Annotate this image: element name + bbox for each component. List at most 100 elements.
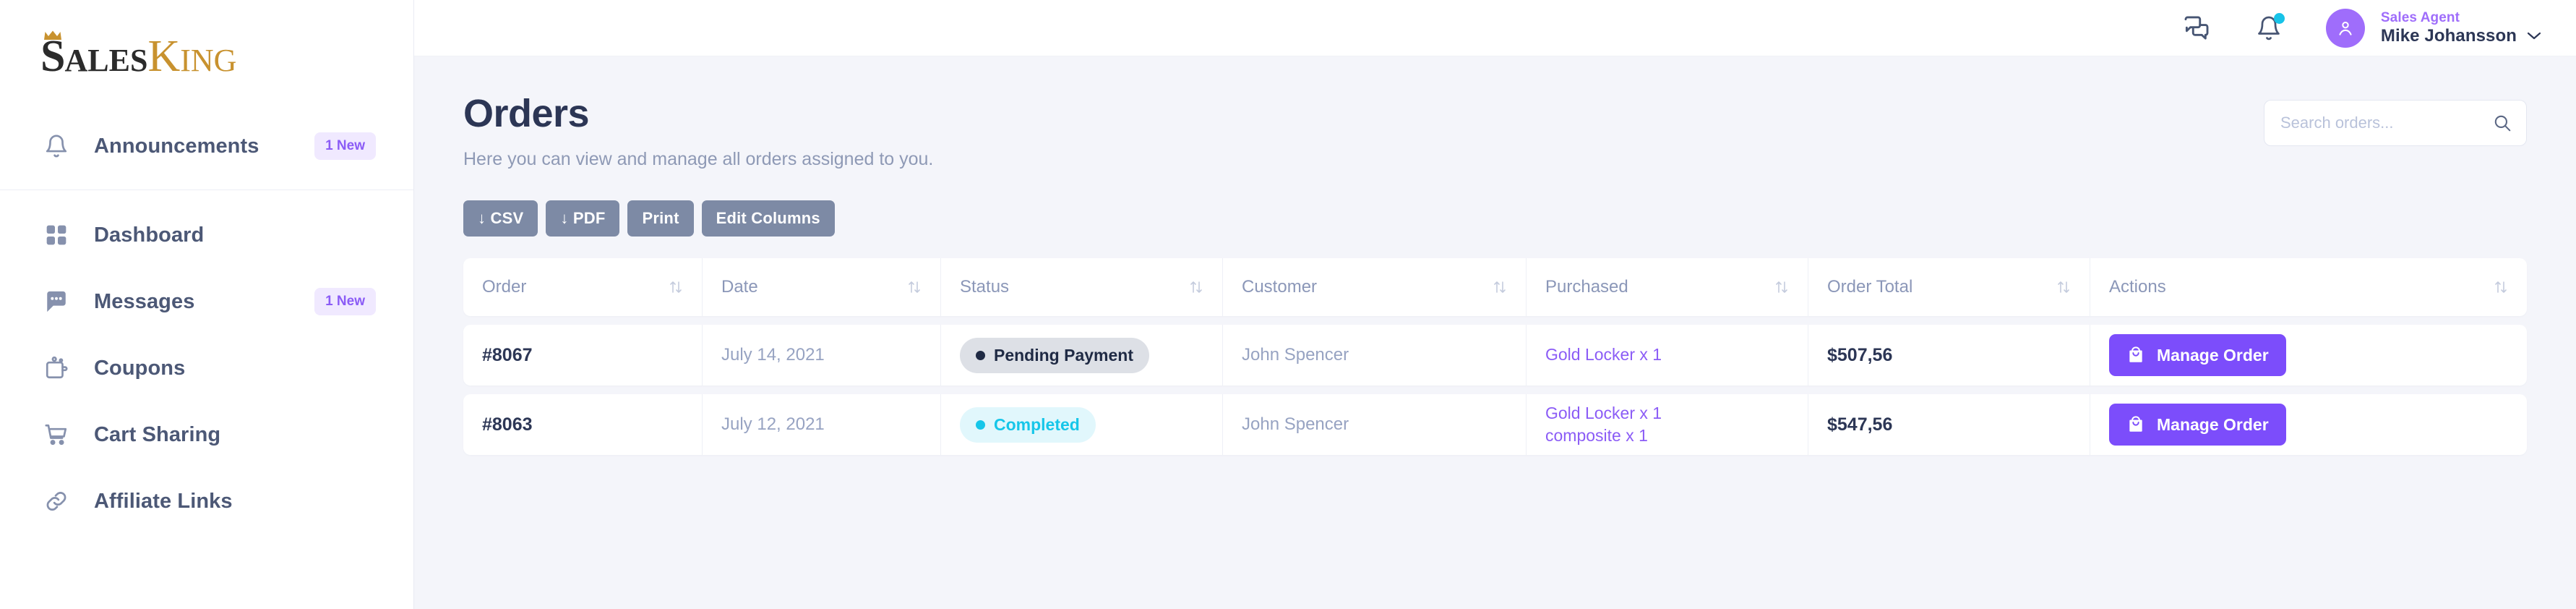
cell-actions: Manage Order: [2090, 325, 2527, 386]
logo-king-initial: K: [147, 32, 181, 81]
status-label: Completed: [994, 414, 1080, 434]
column-header-actions[interactable]: Actions: [2090, 258, 2527, 316]
order-total: $507,56: [1827, 344, 1893, 365]
bell-icon[interactable]: [2249, 9, 2288, 48]
logo-text: SALESKING: [40, 30, 237, 81]
chevron-down-icon[interactable]: [2527, 31, 2541, 41]
column-label: Order: [482, 277, 527, 297]
sidebar-item-announcements[interactable]: Announcements 1 New: [0, 113, 413, 179]
cell-customer: John Spencer: [1222, 394, 1526, 455]
sidebar-item-messages[interactable]: Messages 1 New: [0, 268, 413, 335]
export-pdf-button[interactable]: ↓ PDF: [546, 200, 620, 237]
column-header-status[interactable]: Status: [940, 258, 1222, 316]
manage-order-button[interactable]: Manage Order: [2109, 334, 2286, 376]
column-header-order[interactable]: Order: [463, 258, 702, 316]
manage-order-label: Manage Order: [2157, 414, 2269, 434]
user-menu[interactable]: Sales Agent Mike Johansson: [2325, 8, 2541, 48]
user-name: Mike Johansson: [2380, 25, 2517, 46]
sidebar-item-label: Coupons: [94, 356, 186, 380]
order-number: #8067: [482, 344, 533, 365]
column-label: Status: [960, 277, 1010, 297]
export-csv-button[interactable]: ↓ CSV: [463, 200, 538, 237]
sidebar-item-label: Affiliate Links: [94, 489, 233, 513]
column-label: Order Total: [1827, 277, 1913, 297]
sort-icon[interactable]: [907, 278, 922, 296]
column-header-purchased[interactable]: Purchased: [1526, 258, 1808, 316]
grid-icon: [40, 219, 72, 251]
status-dot-icon: [976, 420, 985, 430]
orders-table: Order Date Status Customer Purchased Ord…: [463, 258, 2527, 455]
cell-actions: Manage Order: [2090, 394, 2527, 455]
sidebar-item-label: Cart Sharing: [94, 422, 221, 446]
column-label: Purchased: [1545, 277, 1628, 297]
status-badge: Pending Payment: [960, 337, 1149, 373]
cell-date: July 12, 2021: [702, 394, 940, 455]
edit-columns-button[interactable]: Edit Columns: [701, 200, 835, 237]
user-name-row: Mike Johansson: [2381, 26, 2541, 46]
purchased-items[interactable]: Gold Locker x 1: [1545, 344, 1662, 366]
column-header-date[interactable]: Date: [702, 258, 940, 316]
sort-icon[interactable]: [1189, 278, 1203, 296]
notification-dot: [2273, 12, 2285, 24]
purchased-item[interactable]: composite x 1: [1545, 425, 1662, 447]
search-icon[interactable]: [2493, 114, 2512, 132]
manage-order-button[interactable]: Manage Order: [2109, 404, 2286, 446]
sort-icon[interactable]: [669, 278, 683, 296]
sidebar-item-affiliate-links[interactable]: Affiliate Links: [0, 468, 413, 535]
crown-icon: [44, 30, 61, 40]
page-heading-block: Orders Here you can view and manage all …: [463, 94, 933, 170]
table-header-row: Order Date Status Customer Purchased Ord…: [463, 258, 2527, 316]
wallet-icon: [40, 352, 72, 384]
brand-logo[interactable]: SALESKING: [0, 0, 413, 113]
cell-purchased: Gold Locker x 1: [1526, 325, 1808, 386]
cell-order-total: $507,56: [1808, 325, 2090, 386]
sidebar-item-coupons[interactable]: Coupons: [0, 335, 413, 401]
order-date: July 12, 2021: [721, 414, 825, 434]
cell-customer: John Spencer: [1222, 325, 1526, 386]
logo-king-rest: ING: [180, 43, 237, 78]
cell-order: #8063: [463, 394, 702, 455]
sidebar-item-label: Announcements: [94, 134, 259, 158]
sidebar-badge-announcements: 1 New: [314, 132, 376, 160]
chat-icon[interactable]: [2177, 9, 2216, 48]
sort-icon[interactable]: [1774, 278, 1789, 296]
sort-icon[interactable]: [2056, 278, 2071, 296]
sort-icon[interactable]: [2494, 278, 2508, 296]
cell-date: July 14, 2021: [702, 325, 940, 386]
purchased-item[interactable]: Gold Locker x 1: [1545, 402, 1662, 425]
table-row[interactable]: #8067 July 14, 2021 Pending Payment John…: [463, 325, 2527, 386]
search-input[interactable]: [2280, 114, 2493, 132]
customer-name: John Spencer: [1242, 414, 1349, 434]
shopping-cart-icon: [40, 419, 72, 451]
page-title: Orders: [463, 92, 590, 135]
sidebar-main-section: Dashboard Messages 1 New Coupons Cart Sh…: [0, 190, 413, 535]
sidebar-item-label: Dashboard: [94, 223, 205, 247]
sidebar-badge-messages: 1 New: [314, 288, 376, 315]
table-toolbar: ↓ CSV ↓ PDF Print Edit Columns: [463, 200, 2527, 237]
status-dot-icon: [976, 350, 985, 360]
logo-sales-rest: ALES: [64, 43, 148, 78]
topbar: Sales Agent Mike Johansson: [414, 0, 2576, 56]
shopping-bag-icon: [2126, 346, 2145, 365]
order-total: $547,56: [1827, 414, 1893, 435]
purchased-items[interactable]: Gold Locker x 1 composite x 1: [1545, 402, 1662, 447]
avatar: [2325, 8, 2365, 48]
page-header: Orders Here you can view and manage all …: [463, 94, 2527, 170]
sidebar-item-cart-sharing[interactable]: Cart Sharing: [0, 401, 413, 468]
app-root: SALESKING Announcements 1 New Dashboard …: [0, 0, 2576, 609]
column-label: Date: [721, 277, 758, 297]
sort-icon[interactable]: [1493, 278, 1507, 296]
customer-name: John Spencer: [1242, 345, 1349, 365]
cell-order: #8067: [463, 325, 702, 386]
bell-icon: [40, 130, 72, 162]
order-number: #8063: [482, 414, 533, 435]
search-orders-box[interactable]: [2264, 100, 2527, 146]
link-icon: [40, 485, 72, 517]
sidebar-item-dashboard[interactable]: Dashboard: [0, 202, 413, 268]
table-row[interactable]: #8063 July 12, 2021 Completed John Spenc…: [463, 394, 2527, 455]
column-header-customer[interactable]: Customer: [1222, 258, 1526, 316]
sidebar-top-section: Announcements 1 New: [0, 113, 413, 190]
column-header-order-total[interactable]: Order Total: [1808, 258, 2090, 316]
purchased-item[interactable]: Gold Locker x 1: [1545, 344, 1662, 366]
print-button[interactable]: Print: [627, 200, 694, 237]
